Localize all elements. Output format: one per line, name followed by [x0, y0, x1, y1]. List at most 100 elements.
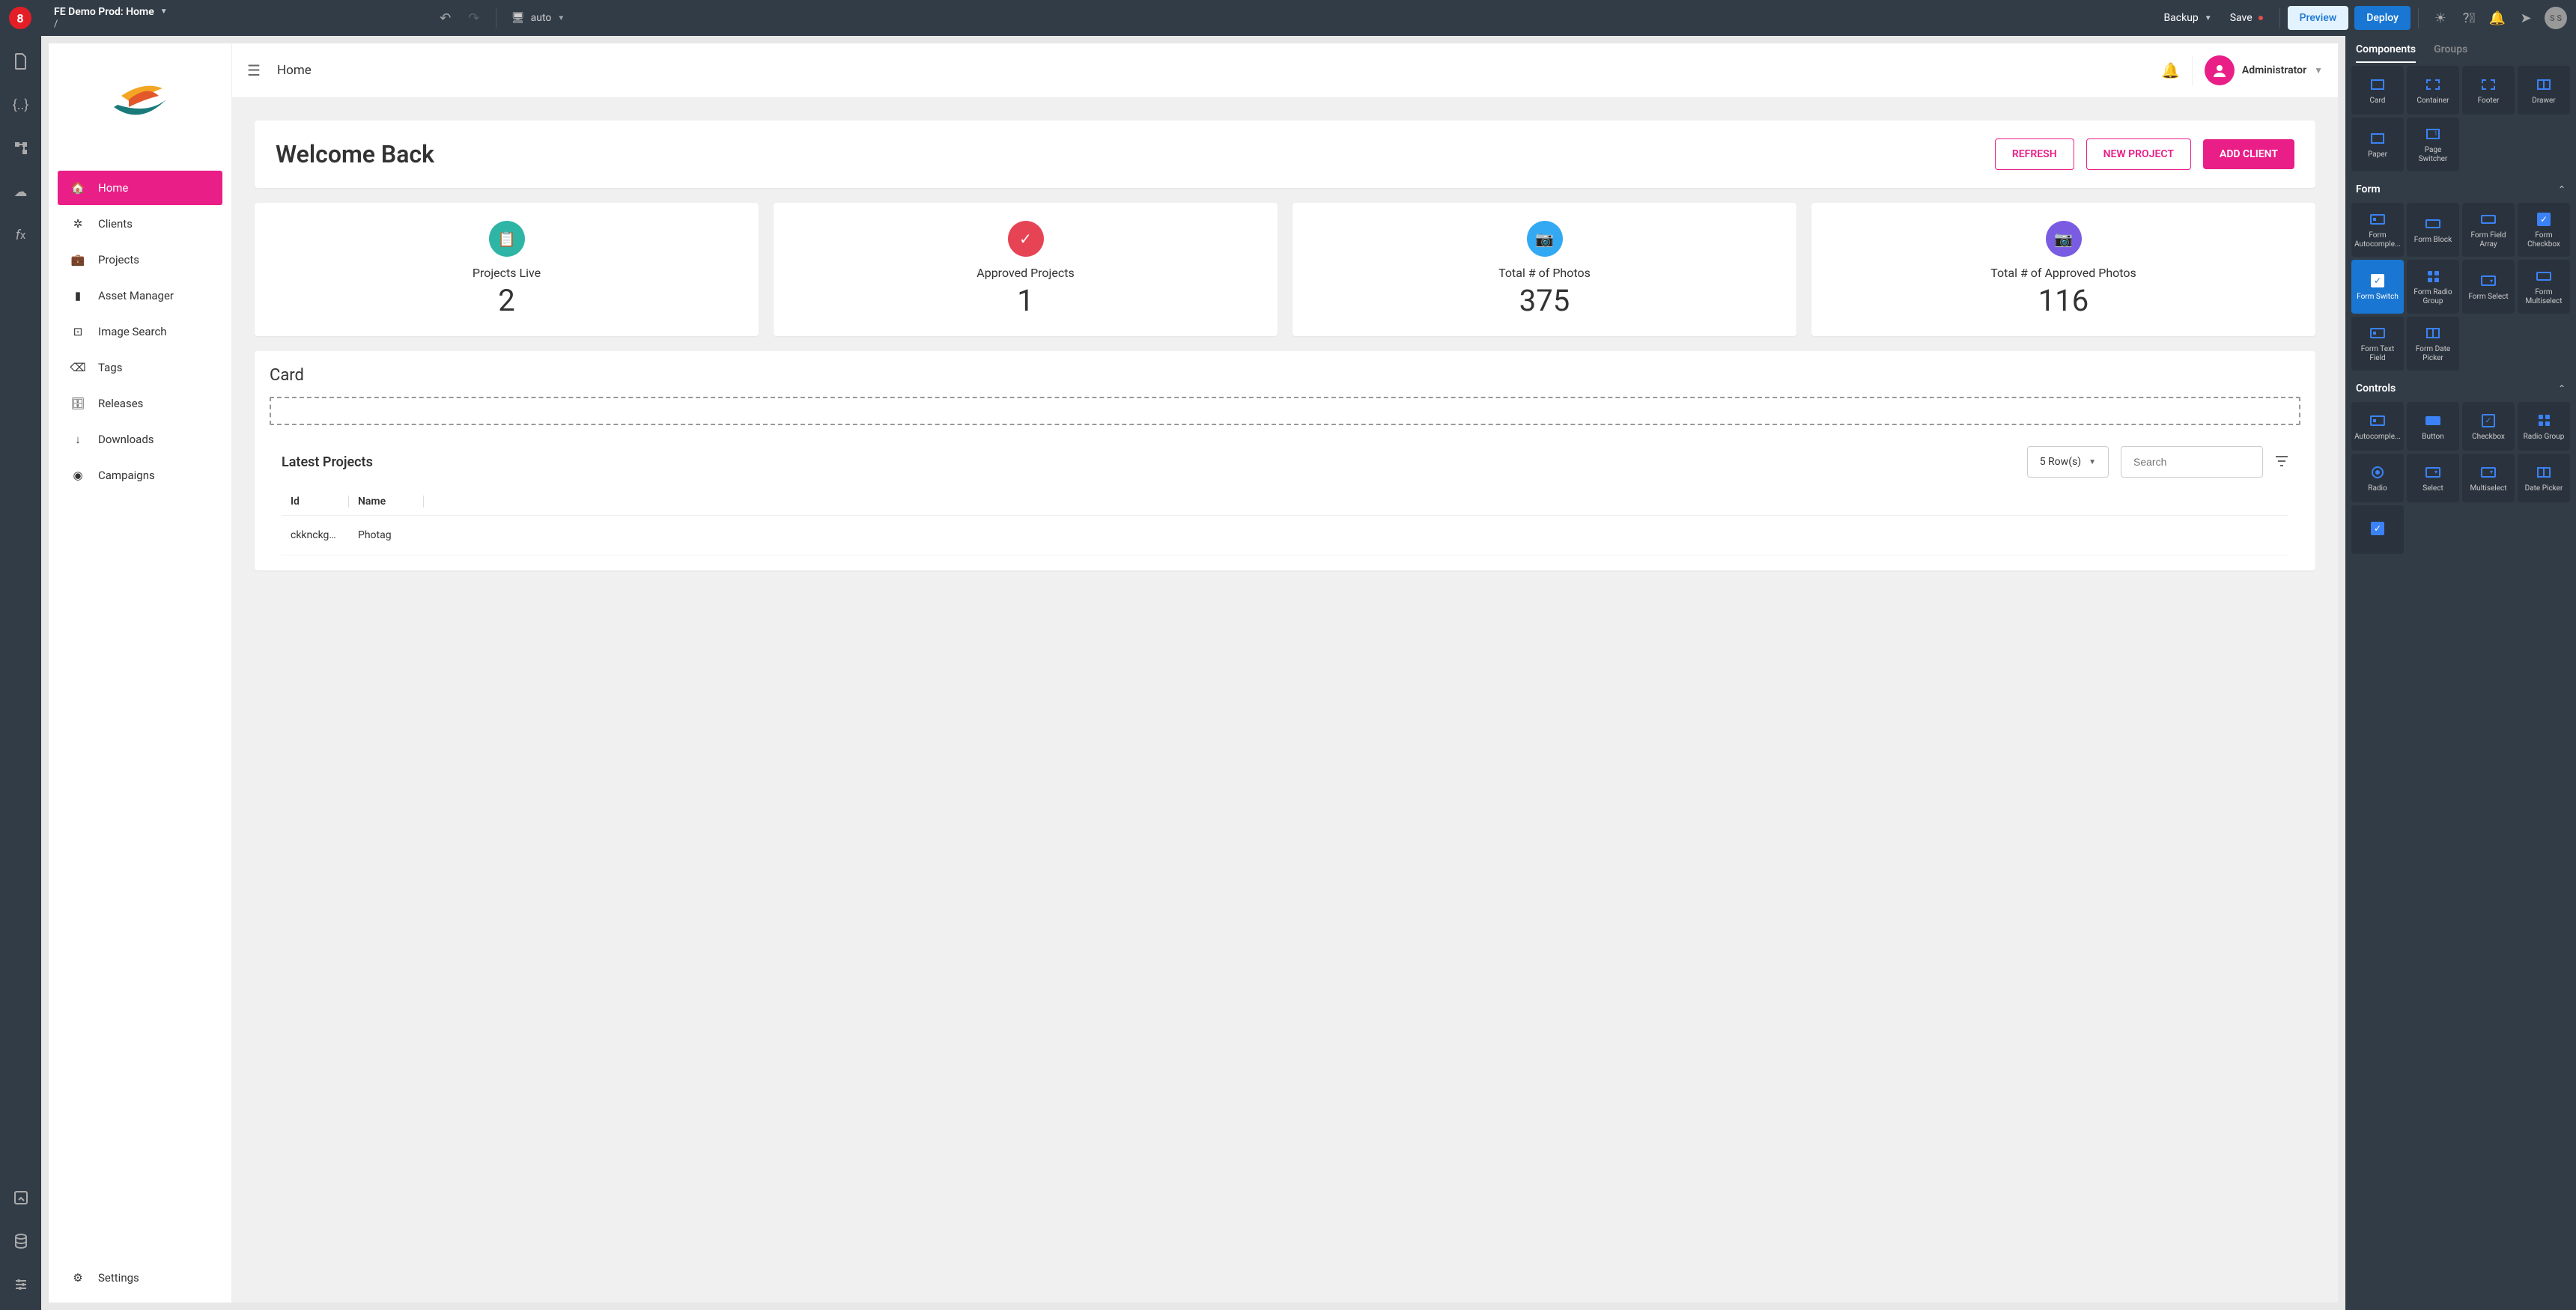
sidebar-item-label: Settings — [98, 1271, 139, 1285]
notifications-button[interactable]: 🔔 — [2483, 4, 2512, 32]
component-label: Form Multiselect — [2521, 288, 2567, 306]
sidebar-item-home[interactable]: 🏠 Home — [58, 171, 222, 205]
chevron-down-icon[interactable]: ▼ — [2314, 65, 2323, 76]
camera-icon: 📷 — [1527, 221, 1563, 257]
functions-icon[interactable]: fx — [6, 220, 36, 250]
table-column-empty — [424, 496, 442, 508]
stat-card-total-photos: 📷 Total # of Photos 375 — [1292, 203, 1796, 336]
component-form-multiselect[interactable]: Form Multiselect — [2518, 260, 2570, 314]
state-icon[interactable]: {..} — [6, 90, 36, 120]
refresh-button[interactable]: REFRESH — [1995, 138, 2074, 170]
device-mode-label: auto — [531, 12, 552, 24]
sidebar-item-tags[interactable]: ⌫ Tags — [58, 350, 222, 385]
sidebar-item-releases[interactable]: 🗄 Releases — [58, 386, 222, 421]
component-autocomplete[interactable]: Autocomple... — [2351, 402, 2404, 451]
section-controls[interactable]: Controls ⌃ — [2348, 374, 2573, 399]
component-label: Button — [2422, 433, 2443, 442]
component-label: Form Autocomple... — [2354, 231, 2401, 249]
component-card[interactable]: Card — [2351, 66, 2404, 115]
sidebar-item-label: Home — [98, 181, 128, 195]
search-input[interactable] — [2121, 446, 2263, 478]
user-avatar[interactable]: S S — [2545, 7, 2567, 29]
help-button[interactable]: ?⃝ — [2455, 4, 2483, 32]
component-label: Form Checkbox — [2521, 231, 2567, 249]
drop-zone[interactable] — [270, 397, 2300, 425]
components-panel: Components Groups Card Container Footer … — [2345, 36, 2576, 1310]
preview-button[interactable]: Preview — [2288, 6, 2349, 30]
filter-icon[interactable] — [2275, 454, 2288, 470]
component-radio-group[interactable]: Radio Group — [2518, 402, 2570, 451]
tag-icon: ⌫ — [71, 361, 85, 374]
undo-button[interactable]: ↶ — [431, 4, 460, 32]
monitor-icon: 🖥 — [511, 12, 525, 24]
component-multiselect[interactable]: ▾Multiselect — [2462, 454, 2515, 502]
person-icon: ✲ — [71, 217, 85, 231]
tree-icon[interactable] — [6, 133, 36, 163]
hamburger-icon[interactable]: ☰ — [247, 61, 265, 79]
project-title-wrap[interactable]: FE Demo Prod: Home ▼ / — [54, 6, 168, 30]
component-label: Footer — [2478, 97, 2500, 106]
component-footer[interactable]: Footer — [2462, 66, 2515, 115]
component-extra[interactable]: ✓ — [2351, 505, 2404, 554]
save-button[interactable]: Save — [2221, 7, 2272, 28]
card-label: Card — [270, 366, 2300, 385]
tab-components[interactable]: Components — [2356, 43, 2416, 63]
sidebar-item-asset-manager[interactable]: ▮ Asset Manager — [58, 278, 222, 313]
component-form-checkbox[interactable]: ✓Form Checkbox — [2518, 203, 2570, 257]
new-project-button[interactable]: NEW PROJECT — [2086, 138, 2191, 170]
section-form[interactable]: Form ⌃ — [2348, 174, 2573, 200]
component-form-select[interactable]: ▾Form Select — [2462, 260, 2515, 314]
rows-select[interactable]: 5 Row(s) ▼ — [2027, 446, 2109, 478]
database-icon[interactable] — [6, 1226, 36, 1256]
component-page-switcher[interactable]: 1Page Switcher — [2407, 118, 2459, 171]
component-select[interactable]: ▾Select — [2407, 454, 2459, 502]
brand-logo[interactable]: 8 — [9, 7, 31, 29]
divider — [2418, 7, 2419, 28]
deploy-button[interactable]: Deploy — [2354, 6, 2411, 30]
user-avatar-icon[interactable] — [2205, 55, 2235, 85]
add-client-button[interactable]: ADD CLIENT — [2203, 139, 2294, 169]
device-mode-selector[interactable]: 🖥 auto ▼ — [504, 12, 572, 24]
component-form-switch[interactable]: ✓Form Switch — [2351, 260, 2404, 314]
sidebar-item-label: Asset Manager — [98, 289, 174, 302]
component-form-text-field[interactable]: Form Text Field — [2351, 317, 2404, 371]
component-form-date-picker[interactable]: Form Date Picker — [2407, 317, 2459, 371]
table-row[interactable]: ckknckgn6... Photag — [282, 516, 2288, 555]
component-form-block[interactable]: Form Block — [2407, 203, 2459, 257]
component-date-picker[interactable]: Date Picker — [2518, 454, 2570, 502]
component-form-autocomplete[interactable]: Form Autocomple... — [2351, 203, 2404, 257]
tab-groups[interactable]: Groups — [2434, 43, 2467, 63]
component-container[interactable]: Container — [2407, 66, 2459, 115]
table-column-name[interactable]: Name — [349, 496, 424, 508]
sidebar-item-settings[interactable]: ⚙ Settings — [58, 1261, 222, 1295]
bell-icon[interactable]: 🔔 — [2161, 61, 2180, 79]
assets-icon[interactable] — [6, 1183, 36, 1213]
table-head: Id Name — [282, 496, 2288, 516]
share-button[interactable]: ➤ — [2512, 4, 2540, 32]
stats-row: 📋 Projects Live 2 ✓ Approved Projects 1 … — [255, 203, 2315, 336]
table-column-id[interactable]: Id — [282, 496, 349, 508]
component-checkbox[interactable]: ✓Checkbox — [2462, 402, 2515, 451]
sidebar-item-label: Tags — [98, 361, 122, 374]
component-form-field-array[interactable]: Form Field Array — [2462, 203, 2515, 257]
rows-select-label: 5 Row(s) — [2040, 456, 2081, 468]
component-paper[interactable]: Paper — [2351, 118, 2404, 171]
component-drawer[interactable]: Drawer — [2518, 66, 2570, 115]
component-button[interactable]: Button — [2407, 402, 2459, 451]
component-label: Page Switcher — [2410, 146, 2456, 164]
sidebar-item-downloads[interactable]: ↓ Downloads — [58, 422, 222, 457]
theme-toggle-button[interactable]: ☀ — [2426, 4, 2455, 32]
sidebar-item-campaigns[interactable]: ◉ Campaigns — [58, 458, 222, 493]
pages-icon[interactable] — [6, 46, 36, 76]
cloud-icon[interactable]: ☁ — [6, 177, 36, 207]
component-radio[interactable]: Radio — [2351, 454, 2404, 502]
redo-button[interactable]: ↷ — [460, 4, 488, 32]
stat-label: Projects Live — [473, 266, 541, 280]
sidebar-item-projects[interactable]: 💼 Projects — [58, 243, 222, 277]
backup-button[interactable]: Backup ▼ — [2154, 7, 2220, 28]
component-form-radio-group[interactable]: Form Radio Group — [2407, 260, 2459, 314]
table-title: Latest Projects — [282, 454, 2015, 470]
sidebar-item-image-search[interactable]: ⊡ Image Search — [58, 314, 222, 349]
settings-icon[interactable] — [6, 1270, 36, 1300]
sidebar-item-clients[interactable]: ✲ Clients — [58, 207, 222, 241]
